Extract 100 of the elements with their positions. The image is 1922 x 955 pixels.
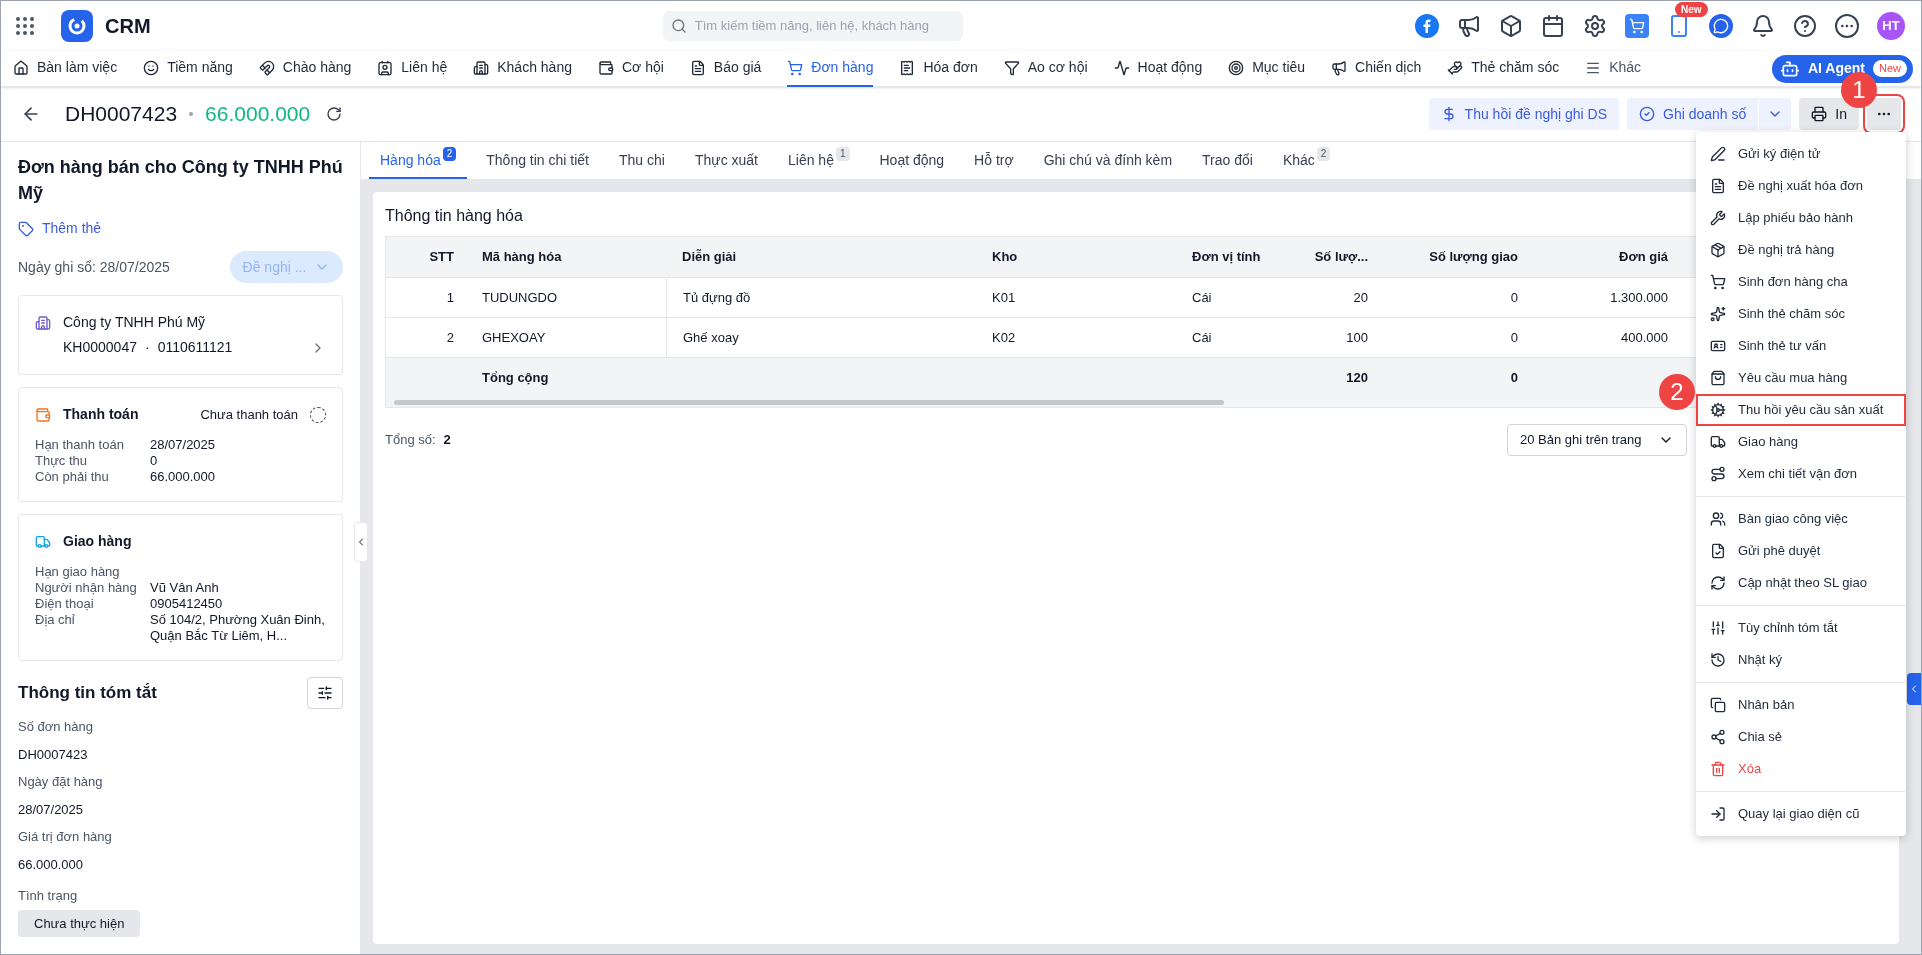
nav-tab[interactable]: Báo giá — [689, 50, 762, 87]
nav-tab[interactable]: Bàn làm việc — [13, 50, 118, 87]
nav-tab[interactable]: Hoạt động — [1113, 50, 1203, 87]
nav-tab[interactable]: Thẻ chăm sóc — [1447, 50, 1560, 87]
table-cell-text: 1 — [445, 288, 455, 307]
customer-card[interactable]: Công ty TNHH Phú Mỹ KH0000047 · 0110611121 — [18, 295, 343, 375]
calendar-icon[interactable] — [1541, 14, 1565, 38]
collapse-handle[interactable] — [354, 522, 368, 562]
chat-icon[interactable] — [1709, 14, 1733, 38]
menu-item[interactable]: Chia sẻ — [1696, 721, 1906, 753]
help-icon[interactable] — [1793, 14, 1817, 38]
nav-tab[interactable]: Khách hàng — [473, 50, 572, 87]
user-avatar[interactable]: HT — [1877, 12, 1905, 40]
apps-menu-icon[interactable] — [13, 14, 37, 38]
menu-icon — [1710, 543, 1726, 559]
menu-item[interactable]: Quay lại giao diện cũ — [1696, 798, 1906, 830]
column-header: Đơn vị tính — [1191, 248, 1262, 267]
tab[interactable]: Khác 2 — [1271, 143, 1342, 179]
menu-item[interactable]: Sinh đơn hàng cha — [1696, 266, 1906, 298]
menu-item[interactable]: Giao hàng — [1696, 426, 1906, 458]
nav-tab[interactable]: Hóa đơn — [899, 50, 978, 87]
menu-item[interactable]: Cập nhật theo SL giao — [1696, 567, 1906, 599]
field-value: DH0007423 — [18, 745, 89, 764]
notification-icon[interactable] — [1751, 14, 1775, 38]
nav-tab[interactable]: Khác — [1585, 50, 1642, 87]
tab[interactable]: Ghi chú và đính kèm — [1032, 143, 1184, 179]
page-size-select[interactable]: 20 Bản ghi trên trang — [1507, 424, 1687, 456]
column-header: Kho — [991, 248, 1019, 267]
table-cell-text: GHEXOAY — [481, 328, 547, 347]
field-value: 28/07/2025 — [150, 437, 217, 453]
menu-icon — [1710, 306, 1726, 322]
order-title: Đơn hàng bán cho Công ty TNHH Phú Mỹ — [18, 156, 343, 205]
column-header: Số lượng giao — [1428, 248, 1519, 267]
menu-icon — [1710, 729, 1726, 745]
print-button[interactable]: In — [1799, 98, 1859, 130]
wallet-icon — [35, 406, 51, 423]
field-label: Tình trạng — [18, 887, 79, 905]
nav-tab[interactable]: Liên hệ — [377, 50, 448, 87]
settings-icon[interactable] — [1583, 14, 1607, 38]
add-tag-link[interactable]: Thêm thẻ — [18, 218, 102, 239]
revoke-button[interactable]: Thu hồi đề nghị ghi DS — [1428, 98, 1619, 130]
count-badge: 1 — [835, 147, 850, 161]
tab[interactable]: Thông tin chi tiết — [475, 143, 600, 179]
nav-icon — [787, 59, 804, 76]
menu-icon — [1710, 274, 1726, 290]
package-icon[interactable] — [1499, 14, 1523, 38]
menu-item[interactable]: Đề nghị xuất hóa đơn — [1696, 170, 1906, 202]
field-label: Hạn giao hàng — [35, 564, 121, 580]
menu-item[interactable]: Yêu cầu mua hàng — [1696, 362, 1906, 394]
status-tag: Chưa thực hiện — [18, 909, 141, 937]
settings-button[interactable] — [307, 677, 343, 709]
menu-item[interactable]: Lập phiếu bảo hành — [1696, 202, 1906, 234]
menu-item[interactable]: Sinh thẻ tư vấn — [1696, 330, 1906, 362]
tab[interactable]: Hỗ trợ — [963, 143, 1025, 179]
menu-icon — [1710, 242, 1726, 258]
table-cell: Tủ đựng đồ — [666, 278, 976, 317]
refresh-icon[interactable] — [326, 106, 343, 122]
nav-tab[interactable]: Đơn hàng — [787, 50, 874, 87]
menu-item[interactable]: Gửi ký điện tử — [1696, 138, 1906, 170]
tab[interactable]: Trao đổi — [1191, 143, 1264, 179]
menu-item[interactable]: Nhật ký — [1696, 644, 1906, 676]
menu-item[interactable]: Gửi phê duyệt — [1696, 535, 1906, 567]
menu-item[interactable]: Nhân bản — [1696, 689, 1906, 721]
search-field[interactable]: Tìm kiếm tiềm năng, liên hệ, khách hàng — [662, 11, 963, 41]
side-panel-handle[interactable] — [1907, 673, 1921, 705]
count-badge: 2 — [1316, 147, 1331, 161]
nav-icon — [13, 59, 29, 76]
facebook-icon[interactable] — [1415, 14, 1439, 38]
customer-name: Công ty TNHH Phú Mỹ — [63, 313, 206, 332]
total-cell: 120 — [1346, 369, 1368, 385]
menu-item[interactable]: Xóa — [1696, 753, 1906, 785]
nav-icon — [1228, 59, 1245, 76]
menu-item[interactable]: Xem chi tiết vận đơn — [1696, 458, 1906, 490]
nav-icon — [377, 59, 394, 76]
cart-icon[interactable] — [1625, 14, 1649, 38]
check-icon — [1639, 106, 1655, 122]
menu-item[interactable]: Bàn giao công việc — [1696, 503, 1906, 535]
megaphone-icon[interactable] — [1457, 14, 1481, 38]
nav-tab[interactable]: Ao cơ hội — [1003, 50, 1088, 87]
column-header: Đơn giá — [1618, 248, 1669, 267]
tab[interactable]: Liên hệ 1 — [777, 143, 861, 179]
more-icon[interactable] — [1835, 14, 1859, 38]
menu-item[interactable]: Sinh thẻ chăm sóc — [1696, 298, 1906, 330]
menu-item[interactable]: Đề nghị trả hàng — [1696, 234, 1906, 266]
menu-item[interactable]: Tùy chỉnh tóm tắt — [1696, 612, 1906, 644]
table-cell-text: Cái — [1191, 328, 1213, 347]
menu-item[interactable]: Thu hồi yêu cầu sản xuất — [1696, 394, 1906, 426]
tab[interactable]: Thu chi — [608, 143, 676, 179]
nav-tab[interactable]: Chào hàng — [258, 50, 352, 87]
scrollbar-thumb[interactable] — [394, 399, 1224, 405]
record-sales-button[interactable]: Ghi doanh số — [1627, 98, 1759, 130]
field-label: Còn phải thu — [35, 469, 110, 485]
nav-icon — [473, 59, 490, 76]
table-cell-text: 400.000 — [1620, 328, 1669, 347]
nav-tab[interactable]: Mục tiêu — [1228, 50, 1306, 87]
tab[interactable]: Hoạt động — [868, 143, 956, 179]
tab[interactable]: Thực xuất — [683, 143, 769, 179]
nav-tab[interactable]: Tiềm năng — [143, 50, 233, 87]
nav-tab[interactable]: Chiến dịch — [1331, 50, 1422, 87]
nav-tab[interactable]: Cơ hội — [597, 50, 664, 87]
